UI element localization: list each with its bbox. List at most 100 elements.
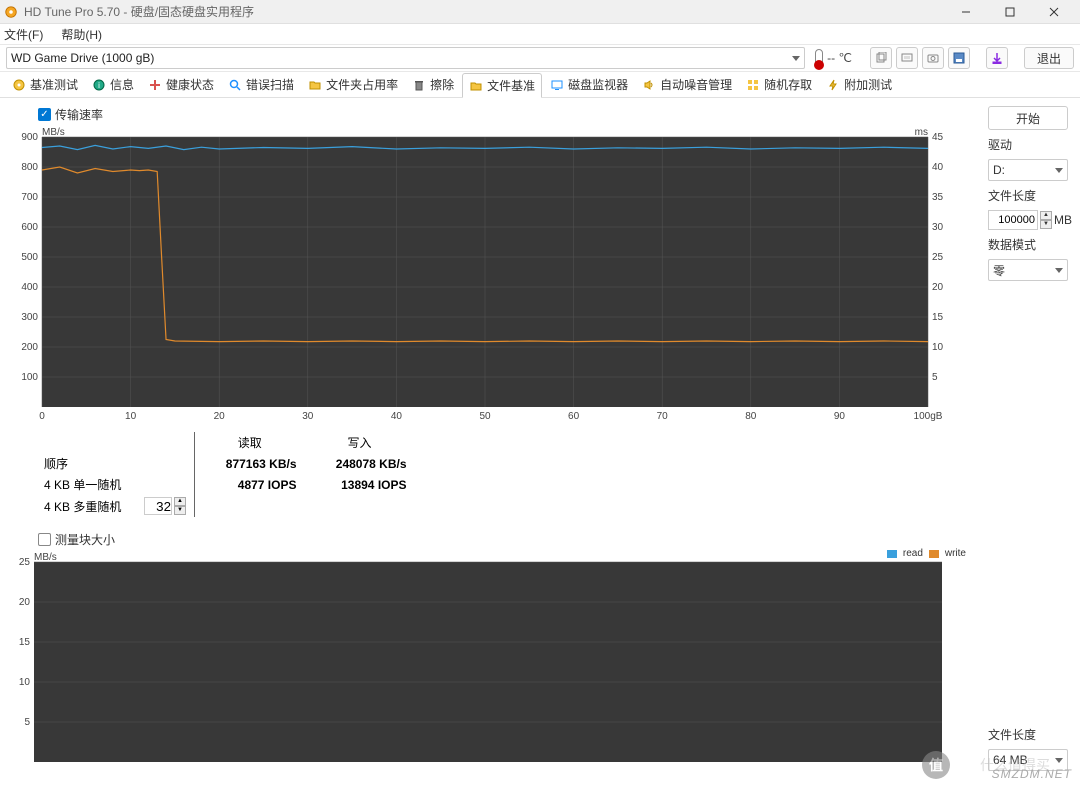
- filelen-spinner[interactable]: ▲▼: [1040, 211, 1052, 229]
- watermark-text: SMZDM.NET: [992, 767, 1072, 781]
- svg-text:10: 10: [125, 411, 137, 422]
- copy-info-button[interactable]: [870, 47, 892, 69]
- tabbar: 基准测试i信息健康状态错误扫描文件夹占用率擦除文件基准磁盘监视器自动噪音管理随机…: [0, 72, 1080, 98]
- exit-button[interactable]: 退出: [1024, 47, 1074, 69]
- svg-text:25: 25: [19, 557, 31, 568]
- svg-text:10: 10: [932, 342, 944, 353]
- start-button[interactable]: 开始: [988, 106, 1068, 130]
- monitor-icon: [550, 78, 564, 92]
- plus-icon: [148, 78, 162, 92]
- legend-read-swatch: [887, 550, 897, 558]
- screenshot-button[interactable]: [922, 47, 944, 69]
- svg-text:600: 600: [21, 222, 38, 233]
- legend-read-label: read: [903, 548, 923, 559]
- svg-text:80: 80: [745, 411, 757, 422]
- chart2-legend: read write: [887, 548, 966, 559]
- tab-10[interactable]: 附加测试: [820, 73, 898, 96]
- svg-text:5: 5: [24, 717, 30, 728]
- filelen-input[interactable]: [988, 210, 1038, 230]
- grid-icon: [746, 78, 760, 92]
- menu-help[interactable]: 帮助(H): [61, 26, 102, 43]
- block-size-label: 测量块大小: [55, 531, 115, 548]
- bolt-icon: [826, 78, 840, 92]
- transfer-rate-checkbox[interactable]: ✓: [38, 108, 51, 121]
- speaker-icon: [642, 78, 656, 92]
- queue-depth-input[interactable]: [144, 497, 172, 515]
- svg-text:15: 15: [19, 637, 31, 648]
- options-button[interactable]: [986, 47, 1008, 69]
- svg-text:MB/s: MB/s: [42, 127, 65, 138]
- svg-text:20: 20: [932, 282, 944, 293]
- tab-1[interactable]: i信息: [86, 73, 140, 96]
- svg-text:15: 15: [932, 312, 944, 323]
- svg-text:5: 5: [932, 372, 938, 383]
- block-size-checkbox[interactable]: [38, 533, 51, 546]
- svg-text:45: 45: [932, 132, 944, 143]
- tab-7[interactable]: 磁盘监视器: [544, 73, 634, 96]
- svg-text:400: 400: [21, 282, 38, 293]
- content-area: ✓ 传输速率 100200300400500600700800900510152…: [0, 98, 1080, 779]
- mode-label: 数据模式: [988, 236, 1068, 253]
- filelen-unit: MB: [1054, 213, 1072, 227]
- minimize-button[interactable]: [944, 0, 988, 24]
- chevron-down-icon: [792, 56, 800, 61]
- svg-text:40: 40: [932, 162, 944, 173]
- filelen-label: 文件长度: [988, 187, 1068, 204]
- queue-depth-spinner[interactable]: ▲▼: [174, 497, 186, 515]
- side-panel: 开始 驱动 D: 文件长度 ▲▼ MB 数据模式 零 文件长度 64 MB: [988, 106, 1068, 771]
- svg-text:30: 30: [932, 222, 944, 233]
- folder-icon: [308, 78, 322, 92]
- block-size-checkbox-row: 测量块大小: [38, 531, 976, 548]
- menu-file[interactable]: 文件(F): [4, 26, 43, 43]
- drive-label: 驱动: [988, 136, 1068, 153]
- svg-text:10: 10: [19, 677, 31, 688]
- close-button[interactable]: [1032, 0, 1076, 24]
- temperature-value: -- ℃: [827, 51, 852, 65]
- tab-9[interactable]: 随机存取: [740, 73, 818, 96]
- svg-text:700: 700: [21, 192, 38, 203]
- thermometer-icon: [815, 49, 823, 67]
- chevron-down-icon: [1055, 758, 1063, 763]
- tab-3[interactable]: 错误扫描: [222, 73, 300, 96]
- svg-text:100: 100: [21, 372, 38, 383]
- transfer-rate-checkbox-row: ✓ 传输速率: [38, 106, 976, 123]
- legend-write-label: write: [945, 548, 966, 559]
- info-icon: i: [92, 78, 106, 92]
- tab-6[interactable]: 文件基准: [462, 73, 542, 98]
- chevron-down-icon: [1055, 268, 1063, 273]
- toolbar: WD Game Drive (1000 gB) -- ℃ 退出: [0, 44, 1080, 72]
- folder-icon: [469, 79, 483, 93]
- svg-text:i: i: [98, 81, 100, 90]
- save-button[interactable]: [948, 47, 970, 69]
- tab-5[interactable]: 擦除: [406, 73, 460, 96]
- mode-select[interactable]: 零: [988, 259, 1068, 281]
- svg-text:60: 60: [568, 411, 580, 422]
- svg-text:25: 25: [932, 252, 944, 263]
- filelen2-label: 文件长度: [988, 726, 1068, 743]
- tab-0[interactable]: 基准测试: [6, 73, 84, 96]
- svg-text:200: 200: [21, 342, 38, 353]
- svg-text:50: 50: [479, 411, 491, 422]
- svg-text:MB/s: MB/s: [34, 552, 57, 563]
- svg-text:300: 300: [21, 312, 38, 323]
- search-icon: [228, 78, 242, 92]
- watermark-stamp: 值: [922, 751, 950, 779]
- svg-text:0: 0: [39, 411, 45, 422]
- trash-icon: [412, 78, 426, 92]
- drive-selector[interactable]: WD Game Drive (1000 gB): [6, 47, 805, 69]
- svg-text:ms: ms: [915, 127, 928, 138]
- copy-screen-button[interactable]: [896, 47, 918, 69]
- window-title: HD Tune Pro 5.70 - 硬盘/固态硬盘实用程序: [24, 3, 254, 20]
- svg-text:20: 20: [19, 597, 31, 608]
- drive-letter-select[interactable]: D:: [988, 159, 1068, 181]
- tab-8[interactable]: 自动噪音管理: [636, 73, 738, 96]
- tab-2[interactable]: 健康状态: [142, 73, 220, 96]
- transfer-rate-label: 传输速率: [55, 106, 103, 123]
- app-icon: [4, 5, 18, 19]
- svg-text:40: 40: [391, 411, 403, 422]
- disc-icon: [12, 78, 26, 92]
- svg-text:90: 90: [834, 411, 846, 422]
- maximize-button[interactable]: [988, 0, 1032, 24]
- svg-text:35: 35: [932, 192, 944, 203]
- tab-4[interactable]: 文件夹占用率: [302, 73, 404, 96]
